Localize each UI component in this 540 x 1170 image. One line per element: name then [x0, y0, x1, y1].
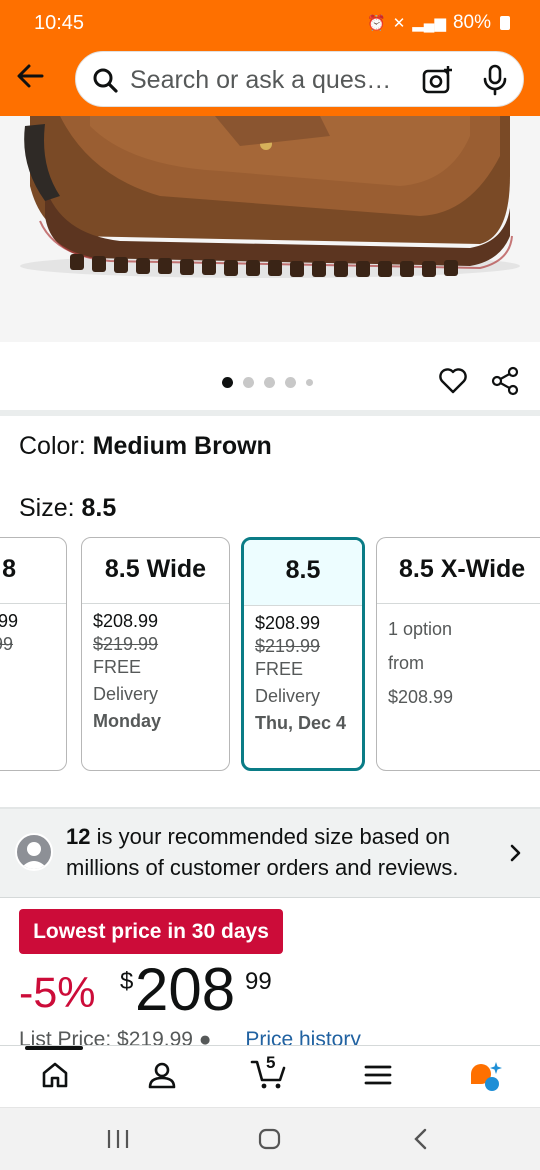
price-fraction: 99	[245, 968, 272, 995]
size-selection: Size: 8.5	[19, 494, 116, 523]
deal-badge: Lowest price in 30 days	[19, 909, 283, 954]
account-icon[interactable]	[147, 1060, 177, 1095]
system-navigation-bar	[0, 1107, 540, 1170]
size-card-price: $208.99	[255, 613, 321, 633]
cart-icon[interactable]: 5	[250, 1053, 288, 1095]
search-input[interactable]: Search or ask a ques…	[130, 66, 404, 95]
size-options: 8 .99 99 8.5 Wide $208.99 $219.99 FREE D…	[0, 537, 540, 772]
status-icons: ⏰ ✕ ▂▄▆ 80%	[367, 12, 510, 34]
size-card-price: $208.99	[93, 611, 159, 631]
color-selection: Color: Medium Brown	[19, 432, 272, 461]
size-card-free: FREE	[93, 657, 142, 677]
rufus-ai-icon[interactable]	[468, 1060, 504, 1097]
gallery-dot[interactable]	[222, 377, 233, 388]
status-time: 10:45	[34, 12, 85, 34]
share-icon[interactable]	[490, 366, 520, 401]
app-header: 10:45 ⏰ ✕ ▂▄▆ 80% Search or ask a ques…	[0, 0, 540, 116]
search-bar[interactable]: Search or ask a ques…	[75, 51, 524, 107]
price-history-link[interactable]: Price history	[245, 1028, 361, 1045]
gallery-dot[interactable]	[306, 379, 313, 386]
size-card-price: .99	[0, 611, 19, 631]
avatar-icon	[15, 833, 53, 871]
heart-icon[interactable]	[438, 366, 468, 401]
size-card-delivery-day: Thu, Dec 4	[255, 713, 347, 733]
info-icon[interactable]: ●	[199, 1028, 212, 1045]
list-price-row: List Price: $219.99 ● Price history	[19, 1028, 539, 1045]
size-recommendation[interactable]: 12 is your recommended size based on mil…	[0, 809, 540, 897]
size-card-title: 8.5 Wide	[82, 538, 229, 604]
price-currency: $	[120, 968, 134, 995]
size-card-title: 8.5 X-Wide	[377, 538, 540, 604]
gallery-dot[interactable]	[285, 377, 296, 388]
color-value: Medium Brown	[92, 432, 272, 460]
back-arrow-icon[interactable]	[14, 60, 46, 92]
divider	[0, 410, 540, 416]
list-price: List Price: $219.99	[19, 1028, 193, 1045]
chevron-right-icon	[508, 843, 524, 868]
microphone-icon[interactable]	[481, 64, 509, 101]
menu-icon[interactable]	[364, 1060, 392, 1095]
recommended-size: 12	[66, 824, 91, 849]
discount-percent: -5%	[19, 969, 96, 1017]
divider	[0, 897, 540, 898]
size-card-list-price: 99	[0, 634, 14, 654]
home-icon[interactable]	[40, 1060, 70, 1095]
size-value: 8.5	[81, 494, 117, 522]
color-label: Color:	[19, 432, 93, 460]
size-card-title: 8.5	[244, 540, 362, 606]
active-tab-indicator	[25, 1046, 83, 1050]
bottom-nav: 5	[0, 1045, 540, 1107]
gallery-dot[interactable]	[264, 377, 275, 388]
size-card-delivery: Delivery	[93, 684, 159, 704]
recommendation-text: is your recommended size based on millio…	[66, 824, 459, 880]
alarm-icon: ⏰	[367, 15, 386, 32]
mute-icon: ✕	[392, 15, 406, 32]
cart-count: 5	[266, 1053, 276, 1072]
home-button-icon[interactable]	[258, 1128, 282, 1155]
size-card-title: 8	[0, 538, 66, 604]
size-card-8[interactable]: 8 .99 99	[0, 537, 67, 771]
battery-percent: 80%	[452, 12, 491, 33]
product-image[interactable]	[0, 116, 540, 342]
gallery-dot[interactable]	[243, 377, 254, 388]
product-page: 10:45 ⏰ ✕ ▂▄▆ 80% Search or ask a ques…	[0, 0, 540, 1170]
back-button-icon[interactable]	[410, 1128, 434, 1155]
search-icon	[92, 67, 118, 98]
recent-apps-icon[interactable]	[106, 1128, 130, 1155]
size-card-price: $208.99	[388, 687, 454, 707]
battery-icon	[500, 16, 510, 30]
camera-lens-icon[interactable]	[421, 64, 453, 101]
size-card-8-5-x-wide[interactable]: 8.5 X-Wide 1 option from $208.99	[376, 537, 540, 771]
size-card-options: 1 option	[388, 619, 453, 639]
status-bar: 10:45 ⏰ ✕ ▂▄▆ 80%	[0, 0, 540, 46]
size-card-list-price: $219.99	[93, 634, 159, 654]
size-card-free: FREE	[255, 659, 304, 679]
signal-icon: ▂▄▆	[412, 15, 446, 32]
price-whole: 208	[135, 956, 236, 1023]
size-label: Size:	[19, 494, 82, 522]
size-card-list-price: $219.99	[255, 636, 321, 656]
size-card-8-5-wide[interactable]: 8.5 Wide $208.99 $219.99 FREE Delivery M…	[81, 537, 230, 771]
size-card-delivery-day: Monday	[93, 711, 162, 731]
size-card-8-5[interactable]: 8.5 $208.99 $219.99 FREE Delivery Thu, D…	[241, 537, 365, 771]
gallery-indicator	[222, 377, 313, 388]
size-card-from: from	[388, 653, 424, 673]
size-card-delivery: Delivery	[255, 686, 321, 706]
